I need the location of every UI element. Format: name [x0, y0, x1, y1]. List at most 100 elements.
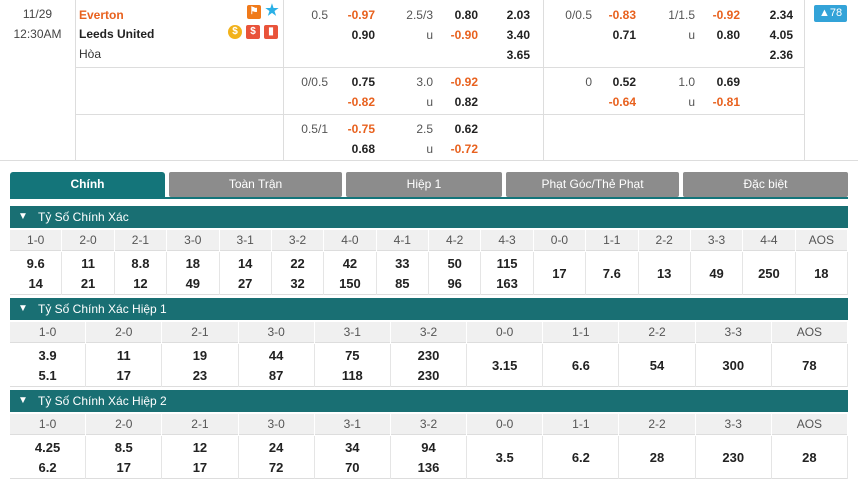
tab-full-time[interactable]: Toàn Trận — [169, 172, 342, 197]
score-odds-cell[interactable]: 75 118 — [315, 344, 391, 387]
score-odds-cell[interactable]: 3.5 — [467, 436, 544, 479]
score-odds-cell[interactable]: 22 32 — [272, 252, 325, 295]
collapse-chevron-icon[interactable]: ▼ — [18, 390, 28, 412]
ou-over[interactable]: 0.80 — [440, 8, 478, 22]
draw-score-odds[interactable]: 54 — [619, 358, 694, 373]
score-odds-cell[interactable]: 9.6 14 — [10, 252, 63, 295]
away-odds[interactable]: 87 — [239, 368, 314, 383]
home-odds[interactable]: 44 — [239, 348, 314, 363]
home-odds[interactable]: 18 — [167, 256, 218, 271]
score-odds-cell[interactable]: 78 — [772, 344, 848, 387]
away-odds[interactable]: 12 — [115, 276, 166, 291]
home-odds[interactable]: 11 — [62, 256, 113, 271]
score-odds-cell[interactable]: 115 163 — [481, 252, 534, 295]
score-odds-cell[interactable]: 250 — [743, 252, 796, 295]
score-odds-cell[interactable]: 17 — [534, 252, 587, 295]
away-odds[interactable]: 49 — [167, 276, 218, 291]
draw-score-odds[interactable]: 7.6 — [586, 266, 637, 281]
h1-ou-under[interactable]: -0.81 — [700, 95, 740, 109]
ou-under[interactable]: 0.82 — [440, 95, 478, 109]
draw-score-odds[interactable]: 6.6 — [543, 358, 618, 373]
live-field-icon[interactable]: ⚑ — [247, 5, 261, 19]
section-header[interactable]: ▼ Tỷ Số Chính Xác Hiệp 1 — [10, 298, 848, 320]
home-odds[interactable]: 8.8 — [115, 256, 166, 271]
away-odds[interactable]: 27 — [220, 276, 271, 291]
away-odds[interactable]: 17 — [86, 368, 161, 383]
score-odds-cell[interactable]: 42 150 — [324, 252, 377, 295]
score-odds-cell[interactable]: 14 27 — [220, 252, 272, 295]
home-odds[interactable]: 11 — [86, 348, 161, 363]
score-odds-cell[interactable]: 33 85 — [377, 252, 429, 295]
ah-away[interactable]: 0.68 — [330, 142, 375, 156]
draw-score-odds[interactable]: 230 — [696, 450, 771, 465]
section-header[interactable]: ▼ Tỷ Số Chính Xác Hiệp 2 — [10, 390, 848, 412]
home-odds[interactable]: 33 — [377, 256, 428, 271]
home-odds[interactable]: 3.9 — [10, 348, 85, 363]
away-odds[interactable]: 5.1 — [10, 368, 85, 383]
score-odds-cell[interactable]: 7.6 — [586, 252, 639, 295]
score-odds-cell[interactable]: 49 — [691, 252, 744, 295]
draw-score-odds[interactable]: 28 — [619, 450, 694, 465]
away-odds[interactable]: 136 — [391, 460, 466, 475]
draw-score-odds[interactable]: 28 — [772, 450, 847, 465]
draw-score-odds[interactable]: 13 — [639, 266, 690, 281]
ah-home[interactable]: -0.97 — [330, 8, 375, 22]
draw-score-odds[interactable]: 3.15 — [467, 358, 542, 373]
ah-home[interactable]: 0.75 — [330, 75, 375, 89]
home-odds[interactable]: 19 — [162, 348, 237, 363]
home-odds[interactable]: 22 — [272, 256, 323, 271]
star-icon[interactable]: ★ — [265, 3, 279, 18]
home-odds[interactable]: 75 — [315, 348, 390, 363]
score-odds-cell[interactable]: 44 87 — [239, 344, 315, 387]
ou-over[interactable]: -0.92 — [440, 75, 478, 89]
ah-away[interactable]: -0.82 — [330, 95, 375, 109]
score-odds-cell[interactable]: 230 230 — [391, 344, 468, 387]
draw-score-odds[interactable]: 78 — [772, 358, 847, 373]
home-odds[interactable]: 50 — [429, 256, 480, 271]
tab-first-half[interactable]: Hiệp 1 — [346, 172, 502, 197]
score-odds-cell[interactable]: 18 49 — [167, 252, 220, 295]
score-odds-cell[interactable]: 6.6 — [543, 344, 620, 387]
home-odds[interactable]: 94 — [391, 440, 466, 455]
ah-away[interactable]: 0.90 — [330, 28, 375, 42]
home-odds[interactable]: 8.5 — [86, 440, 161, 455]
score-odds-cell[interactable]: 24 72 — [239, 436, 315, 479]
home-odds[interactable]: 14 — [220, 256, 271, 271]
section-header[interactable]: ▼ Tỷ Số Chính Xác — [10, 206, 848, 228]
1x2-home[interactable]: 2.03 — [490, 8, 530, 22]
collapse-chevron-icon[interactable]: ▼ — [18, 206, 28, 228]
h1-1x2-away[interactable]: 4.05 — [750, 28, 793, 42]
score-odds-cell[interactable]: 3.9 5.1 — [10, 344, 87, 387]
score-odds-cell[interactable]: 19 23 — [162, 344, 239, 387]
score-odds-cell[interactable]: 11 21 — [62, 252, 115, 295]
score-odds-cell[interactable]: 3.15 — [467, 344, 544, 387]
away-odds[interactable]: 118 — [315, 368, 390, 383]
away-odds[interactable]: 17 — [86, 460, 161, 475]
score-odds-cell[interactable]: 6.2 — [543, 436, 620, 479]
score-odds-cell[interactable]: 54 — [619, 344, 696, 387]
away-odds[interactable]: 72 — [239, 460, 314, 475]
away-odds[interactable]: 85 — [377, 276, 428, 291]
ou-over[interactable]: 0.62 — [440, 122, 478, 136]
ou-under[interactable]: -0.72 — [440, 142, 478, 156]
home-odds[interactable]: 9.6 — [10, 256, 61, 271]
coin-icon[interactable]: $ — [228, 25, 242, 39]
away-odds[interactable]: 150 — [324, 276, 375, 291]
h1-ou-over[interactable]: -0.92 — [700, 8, 740, 22]
h1-ah-away[interactable]: 0.71 — [592, 28, 636, 42]
score-odds-cell[interactable]: 28 — [619, 436, 696, 479]
h1-1x2-draw[interactable]: 2.36 — [750, 48, 793, 62]
away-odds[interactable]: 96 — [429, 276, 480, 291]
ah-home[interactable]: -0.75 — [330, 122, 375, 136]
away-odds[interactable]: 32 — [272, 276, 323, 291]
draw-score-odds[interactable]: 3.5 — [467, 450, 542, 465]
score-odds-cell[interactable]: 94 136 — [391, 436, 468, 479]
score-odds-cell[interactable]: 230 — [696, 436, 772, 479]
away-odds[interactable]: 14 — [10, 276, 61, 291]
h1-ah-home[interactable]: 0.52 — [592, 75, 636, 89]
home-odds[interactable]: 42 — [324, 256, 375, 271]
draw-score-odds[interactable]: 300 — [696, 358, 771, 373]
dollar-icon[interactable]: $ — [246, 25, 260, 39]
score-odds-cell[interactable]: 300 — [696, 344, 772, 387]
h1-ou-over[interactable]: 0.69 — [700, 75, 740, 89]
